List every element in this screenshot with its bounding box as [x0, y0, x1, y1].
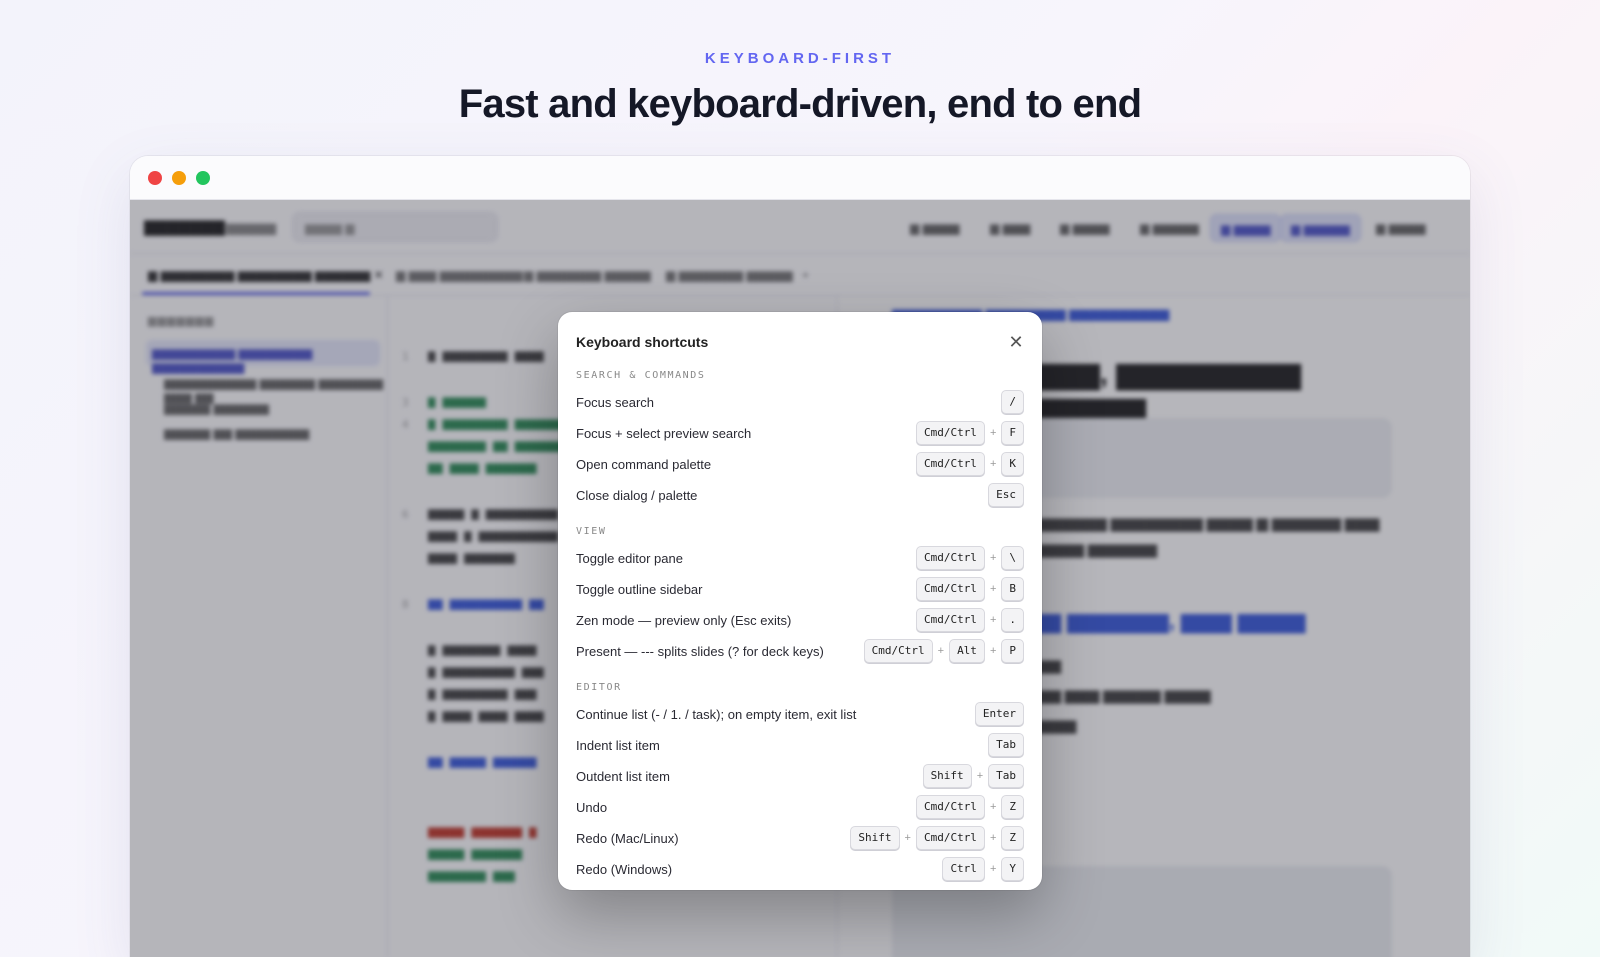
plus-separator: + — [937, 645, 945, 657]
shortcut-row: Undo Cmd/Ctrl + Z — [576, 795, 1024, 819]
plus-separator: + — [976, 770, 984, 782]
shortcut-label: Indent list item — [576, 738, 660, 753]
maximize-window-button[interactable] — [196, 171, 210, 185]
shortcut-keys: Cmd/Ctrl + Alt + P — [863, 639, 1024, 663]
shortcut-row: Zen mode — preview only (Esc exits) Cmd/C… — [576, 608, 1024, 632]
plus-separator: + — [989, 427, 997, 439]
key-cap: Y — [1001, 857, 1024, 881]
shortcut-label: Present — --- splits slides (? for deck … — [576, 644, 824, 659]
key-cap: Cmd/Ctrl — [863, 639, 933, 663]
key-cap: F — [1001, 421, 1024, 445]
plus-separator: + — [989, 552, 997, 564]
shortcut-row: Present — --- splits slides (? for deck … — [576, 639, 1024, 663]
key-cap: Cmd/Ctrl — [915, 452, 985, 476]
keyboard-shortcuts-dialog: Keyboard shortcuts ✕ SEARCH & COMMANDS Fo… — [558, 312, 1042, 890]
key-cap: Cmd/Ctrl — [915, 421, 985, 445]
shortcut-keys: Cmd/Ctrl + \ — [915, 546, 1024, 570]
shortcut-keys: Shift + Tab — [922, 764, 1024, 788]
section-heading: SEARCH & COMMANDS — [576, 370, 706, 381]
shortcut-keys: Cmd/Ctrl + B — [915, 577, 1024, 601]
section-heading: VIEW — [576, 526, 607, 537]
window-titlebar — [130, 156, 1470, 200]
shortcut-label: Toggle editor pane — [576, 551, 683, 566]
headline: Fast and keyboard-driven, end to end — [458, 82, 1142, 126]
key-cap: / — [1001, 390, 1024, 414]
shortcut-label: Outdent list item — [576, 769, 670, 784]
shortcut-label: Redo (Mac/Linux) — [576, 831, 679, 846]
key-cap: Z — [1001, 826, 1024, 850]
shortcut-row: Redo (Windows) Ctrl + Y — [576, 857, 1024, 881]
shortcut-label: Continue list (- / 1. / task); on empty … — [576, 707, 857, 722]
shortcut-row: Toggle outline sidebar Cmd/Ctrl + B — [576, 577, 1024, 601]
shortcut-keys: Cmd/Ctrl + Z — [915, 795, 1024, 819]
plus-separator: + — [989, 801, 997, 813]
plus-separator: + — [989, 458, 997, 470]
shortcut-label: Focus + select preview search — [576, 426, 752, 441]
key-cap: Shift — [850, 826, 900, 850]
key-cap: . — [1001, 608, 1024, 632]
shortcut-keys: Cmd/Ctrl + K — [915, 452, 1024, 476]
shortcut-keys: Ctrl + Y — [942, 857, 1024, 881]
shortcut-keys: Enter — [974, 702, 1024, 726]
shortcut-label: Toggle outline sidebar — [576, 582, 703, 597]
shortcut-keys: Cmd/Ctrl + F — [915, 421, 1024, 445]
shortcut-row: Close dialog / palette Esc — [576, 483, 1024, 507]
key-cap: B — [1001, 577, 1024, 601]
key-cap: Z — [1001, 795, 1024, 819]
close-icon[interactable]: ✕ — [1004, 330, 1028, 354]
shortcut-label: Open command palette — [576, 457, 712, 472]
key-cap: Cmd/Ctrl — [915, 577, 985, 601]
close-window-button[interactable] — [148, 171, 162, 185]
key-cap: Shift — [922, 764, 972, 788]
plus-separator: + — [904, 832, 911, 844]
section-heading: EDITOR — [576, 682, 622, 693]
shortcut-row: Toggle editor pane Cmd/Ctrl + \ — [576, 546, 1024, 570]
shortcut-label: Zen mode — preview only (Esc exits) — [576, 613, 792, 628]
shortcut-list: SEARCH & COMMANDS Focus search / Focus + se… — [558, 364, 1042, 890]
shortcut-row: Redo (Mac/Linux) Shift + Cmd/Ctrl + Z — [576, 826, 1024, 850]
plus-separator: + — [989, 614, 997, 626]
key-cap: Tab — [988, 733, 1024, 757]
key-cap: Enter — [974, 702, 1024, 726]
shortcut-row: Continue list (- / 1. / task); on empty … — [576, 702, 1024, 726]
shortcut-keys: Esc — [988, 483, 1024, 507]
key-cap: Esc — [988, 483, 1024, 507]
minimize-window-button[interactable] — [172, 171, 186, 185]
key-cap: \ — [1001, 546, 1024, 570]
key-cap: Ctrl — [942, 857, 985, 881]
key-cap: Cmd/Ctrl — [915, 795, 985, 819]
shortcut-label: Undo — [576, 800, 608, 815]
plus-separator: + — [989, 583, 997, 595]
shortcut-row: Outdent list item Shift + Tab — [576, 764, 1024, 788]
eyebrow: KEYBOARD-FIRST — [704, 50, 896, 67]
key-cap: Cmd/Ctrl — [915, 608, 985, 632]
plus-separator: + — [989, 863, 997, 875]
shortcut-label: Redo (Windows) — [576, 862, 673, 877]
key-cap: Cmd/Ctrl — [915, 826, 985, 850]
plus-separator: + — [989, 832, 997, 844]
shortcut-row: Focus + select preview search Cmd/Ctrl + F — [576, 421, 1024, 445]
shortcut-label: Focus search — [576, 395, 655, 410]
key-cap: Tab — [988, 764, 1024, 788]
key-cap: Alt — [949, 639, 985, 663]
key-cap: K — [1001, 452, 1024, 476]
dialog-title: Keyboard shortcuts — [576, 334, 709, 350]
shortcut-label: Close dialog / palette — [576, 488, 698, 503]
shortcut-row: Focus search / — [576, 390, 1024, 414]
shortcut-keys: Tab — [988, 733, 1024, 757]
key-cap: Cmd/Ctrl — [915, 546, 985, 570]
plus-separator: + — [989, 645, 997, 657]
shortcut-row: Indent list item Tab — [576, 733, 1024, 757]
key-cap: P — [1001, 639, 1024, 663]
shortcut-keys: / — [1001, 390, 1024, 414]
shortcut-keys: Cmd/Ctrl +. — [915, 608, 1024, 632]
shortcut-keys: Shift + Cmd/Ctrl + Z — [850, 826, 1024, 850]
shortcut-row: Open command palette Cmd/Ctrl + K — [576, 452, 1024, 476]
